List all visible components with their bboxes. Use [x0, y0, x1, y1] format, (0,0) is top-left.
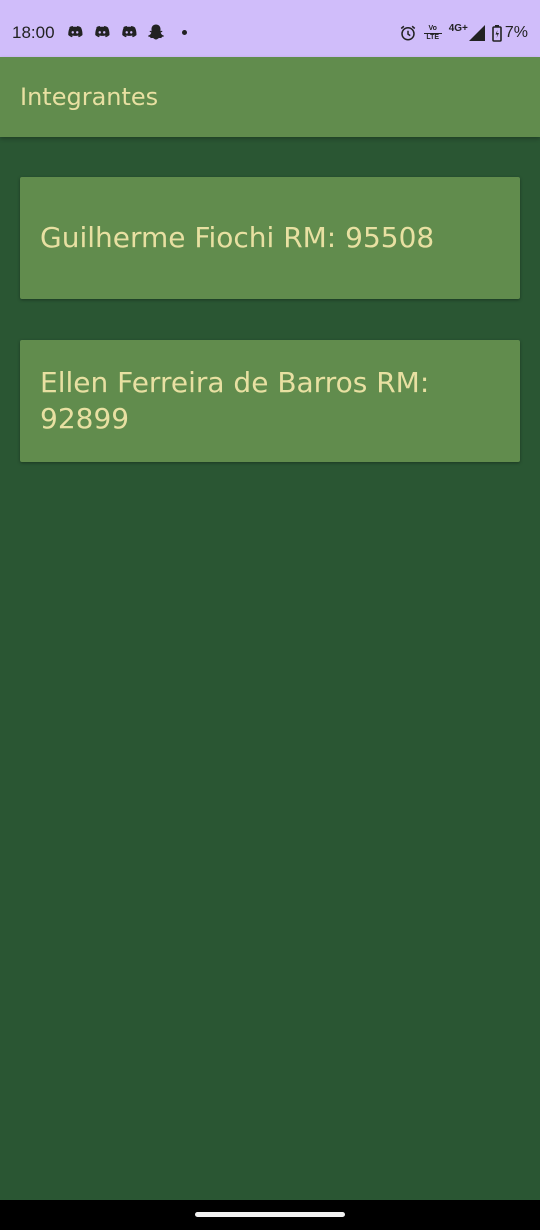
- home-indicator[interactable]: [195, 1212, 345, 1217]
- page-title: Integrantes: [20, 83, 159, 111]
- snapchat-icon: [148, 24, 164, 40]
- battery-percent: 7%: [504, 24, 528, 41]
- alarm-icon: [400, 25, 415, 41]
- discord-icon: [95, 26, 110, 38]
- signal-icon: [468, 25, 485, 41]
- battery-icon: [492, 24, 502, 42]
- member-card[interactable]: Ellen Ferreira de Barros RM: 92899: [20, 340, 520, 462]
- navigation-bar: [0, 1200, 540, 1230]
- discord-icon: [122, 26, 137, 38]
- volte-label-top: Vo: [428, 24, 437, 32]
- member-list: Guilherme Fiochi RM: 95508 Ellen Ferreir…: [20, 177, 520, 503]
- volte-icon: Vo LTE: [423, 24, 442, 42]
- member-name: Guilherme Fiochi RM: 95508: [40, 221, 435, 254]
- member-name: Ellen Ferreira de Barros RM: 92899: [40, 366, 430, 435]
- notification-icons: [66, 23, 187, 41]
- volte-label-bottom: LTE: [423, 32, 442, 42]
- discord-icon: [68, 26, 83, 38]
- system-icons: Vo LTE 4G+ 7%: [399, 22, 528, 44]
- status-time: 18:00: [12, 23, 55, 42]
- app-bar: Integrantes: [0, 57, 540, 137]
- network-4g-icon: 4G+: [448, 23, 468, 34]
- member-card[interactable]: Guilherme Fiochi RM: 95508: [20, 177, 520, 299]
- more-notifications-dot-icon: [182, 29, 187, 35]
- status-bar: 18:00 Vo LTE 4G+ 7%: [0, 0, 540, 57]
